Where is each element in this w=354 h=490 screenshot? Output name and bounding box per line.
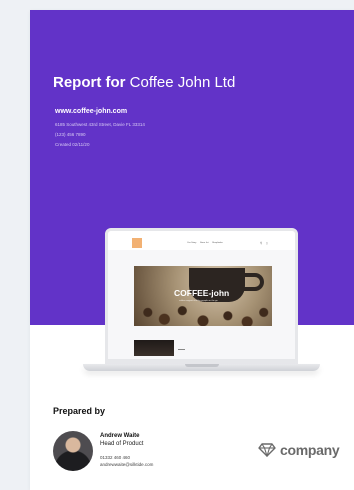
avatar [53,431,93,471]
mockup-nav: Our Story Store list Shopfinder [187,242,226,244]
diamond-icon [258,443,276,457]
coffee-cup-handle [242,273,264,291]
laptop-mockup-screen: Our Story Store list Shopfinder ⚲ ▯ COFF… [105,228,298,364]
mockup-site-header: Our Story Store list Shopfinder ⚲ ▯ [108,231,295,250]
mockup-nav-item: Our Story [187,242,197,244]
report-title: Report for Coffee John Ltd [53,74,235,91]
cart-icon: ▯ [266,241,268,245]
report-client-name: Coffee John Ltd [129,74,236,91]
mockup-nav-item: Store list [199,242,209,244]
mockup-nav-item: Shopfinder [212,242,223,244]
company-logo: company [258,442,340,458]
created-date: Created 02/11/20 [55,142,90,147]
author-name: Andrew Waite [100,433,140,439]
search-icon: ⚲ [260,241,263,245]
author-email[interactable]: andrewwaite@silktide.com [100,462,153,467]
phone-text: (123) 456 7890 [55,132,86,137]
author-role: Head of Product [100,441,144,447]
company-name: company [280,442,340,458]
mockup-banner-title: COFFEE-john [174,288,230,298]
prepared-by-heading: Prepared by [53,406,106,416]
laptop-mockup-notch [185,364,219,367]
address-text: 6185 Southwest 43rd Street, Davie FL 333… [55,122,145,127]
report-title-prefix: Report for [53,74,126,91]
mockup-thumbnail [134,340,174,356]
report-cover-page: Report for Coffee John Ltd www.coffee-jo… [30,10,354,490]
author-phone: 01332 460 460 [100,455,131,460]
mockup-hero-image: COFFEE-john coffee magnet stuff for peop… [134,266,272,326]
mockup-divider [178,349,185,350]
mockup-banner-subtitle: coffee magnet stuff for people on the go [179,300,218,302]
website-url[interactable]: www.coffee-john.com [55,108,127,115]
mockup-logo [132,238,142,248]
